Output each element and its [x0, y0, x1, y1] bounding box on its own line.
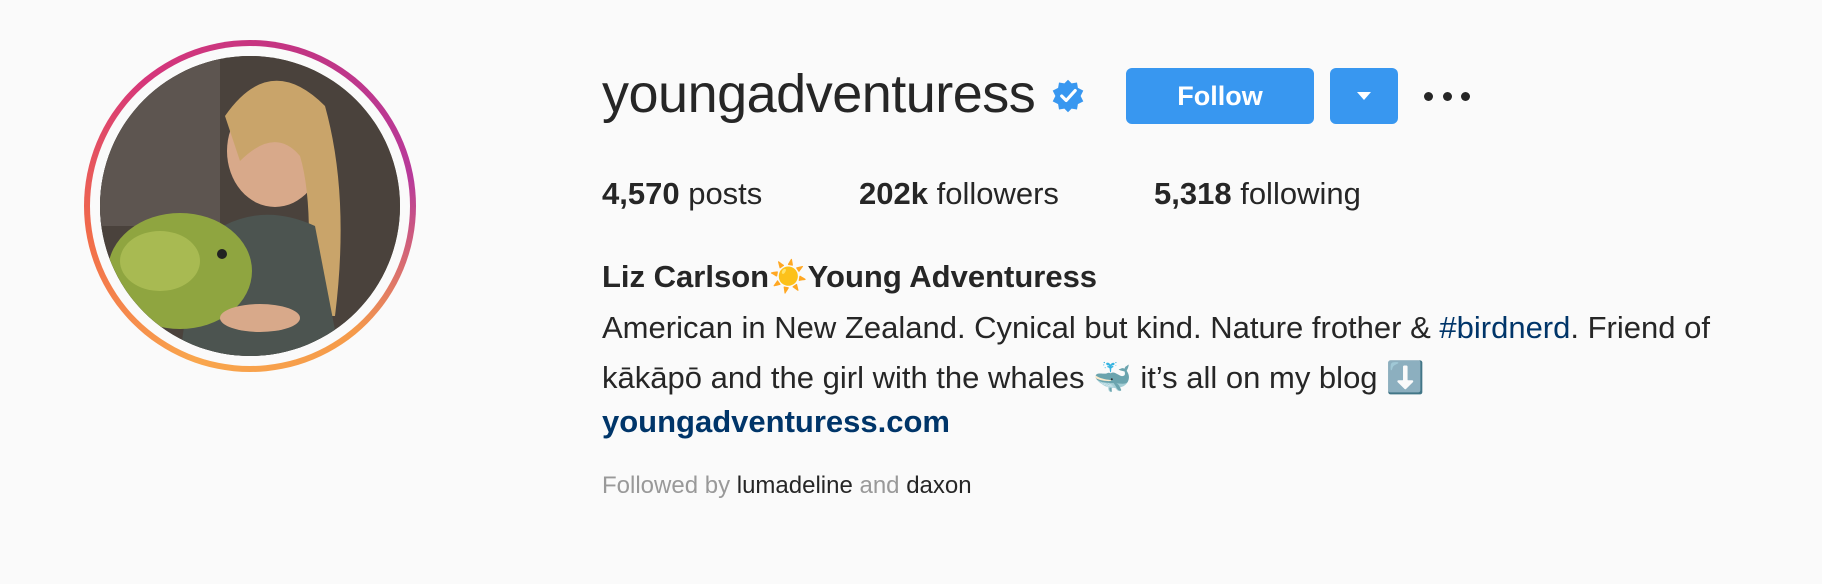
followed-by-user[interactable]: daxon [906, 472, 971, 499]
avatar-image [100, 56, 400, 356]
stat-label: following [1240, 176, 1361, 211]
dot [1424, 91, 1433, 101]
verified-badge-icon [1052, 79, 1084, 113]
avatar-ring-gap [90, 46, 410, 366]
followed-by-user[interactable]: lumadeline [737, 472, 853, 499]
followed-by: Followed by lumadeline and daxon [602, 470, 972, 502]
more-options-icon[interactable] [1424, 82, 1470, 110]
profile-website-link[interactable]: youngadventuress.com [602, 402, 950, 442]
stat-followers[interactable]: 202k followers [859, 174, 1059, 214]
profile-avatar[interactable] [84, 40, 416, 372]
stat-count: 202k [859, 176, 928, 211]
stat-posts: 4,570 posts [602, 174, 762, 214]
chevron-down-icon [1357, 92, 1371, 100]
profile-username: youngadventuress [602, 64, 1036, 124]
avatar-photo [100, 56, 400, 356]
follow-button[interactable]: Follow [1126, 68, 1314, 124]
suggested-accounts-button[interactable] [1330, 68, 1398, 124]
bio-text: kākāpō and the girl with the whales 🐳 it… [602, 360, 1425, 395]
stat-following[interactable]: 5,318 following [1154, 174, 1361, 214]
stat-count: 5,318 [1154, 176, 1232, 211]
followed-by-and: and [859, 472, 900, 499]
followed-by-prefix: Followed by [602, 472, 731, 499]
bio-text: . Friend of [1570, 310, 1710, 345]
stat-label: followers [936, 176, 1059, 211]
bio-text: American in New Zealand. Cynical but kin… [602, 310, 1440, 345]
stat-label: posts [688, 176, 763, 211]
stat-count: 4,570 [602, 176, 680, 211]
dot [1461, 91, 1470, 101]
bio-hashtag-link[interactable]: #birdnerd [1439, 310, 1570, 345]
profile-full-name: Liz Carlson☀️Young Adventuress [602, 259, 1098, 294]
dot [1442, 91, 1452, 101]
profile-bio: American in New Zealand. Cynical but kin… [602, 303, 1802, 403]
